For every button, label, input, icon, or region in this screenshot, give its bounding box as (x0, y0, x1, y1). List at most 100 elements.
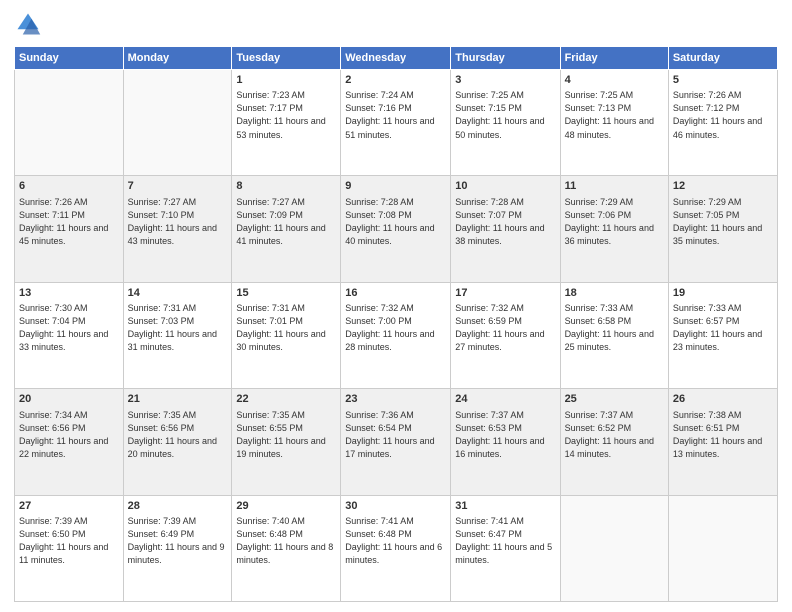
calendar-header-sunday: Sunday (15, 47, 124, 70)
day-number: 4 (565, 73, 664, 88)
calendar-cell: 6 Sunrise: 7:26 AM Sunset: 7:11 PM Daylig… (15, 176, 124, 282)
day-number: 7 (128, 179, 228, 194)
day-info: Sunrise: 7:37 AM Sunset: 6:52 PM Dayligh… (565, 409, 664, 461)
day-number: 5 (673, 73, 773, 88)
calendar-cell (15, 70, 124, 176)
day-info: Sunrise: 7:37 AM Sunset: 6:53 PM Dayligh… (455, 409, 555, 461)
calendar-cell: 4Sunrise: 7:25 AM Sunset: 7:13 PM Daylig… (560, 70, 668, 176)
calendar-cell: 26 Sunrise: 7:38 AM Sunset: 6:51 PM Dayli… (668, 389, 777, 495)
calendar-header-wednesday: Wednesday (341, 47, 451, 70)
day-number: 23 (345, 392, 446, 407)
day-info: Sunrise: 7:38 AM Sunset: 6:51 PM Dayligh… (673, 409, 773, 461)
calendar-week-row: 13Sunrise: 7:30 AM Sunset: 7:04 PM Dayli… (15, 282, 778, 388)
day-info: Sunrise: 7:28 AM Sunset: 7:07 PM Dayligh… (455, 196, 555, 248)
calendar-week-row: 20 Sunrise: 7:34 AM Sunset: 6:56 PM Dayli… (15, 389, 778, 495)
logo (14, 10, 46, 38)
day-info: Sunrise: 7:29 AM Sunset: 7:06 PM Dayligh… (565, 196, 664, 248)
day-number: 10 (455, 179, 555, 194)
day-number: 2 (345, 73, 446, 88)
calendar-cell: 3Sunrise: 7:25 AM Sunset: 7:15 PM Daylig… (451, 70, 560, 176)
day-info: Sunrise: 7:39 AM Sunset: 6:50 PM Dayligh… (19, 515, 119, 567)
calendar-cell: 15Sunrise: 7:31 AM Sunset: 7:01 PM Dayli… (232, 282, 341, 388)
day-number: 26 (673, 392, 773, 407)
calendar-cell: 13Sunrise: 7:30 AM Sunset: 7:04 PM Dayli… (15, 282, 124, 388)
day-info: Sunrise: 7:36 AM Sunset: 6:54 PM Dayligh… (345, 409, 446, 461)
calendar-cell: 5Sunrise: 7:26 AM Sunset: 7:12 PM Daylig… (668, 70, 777, 176)
calendar-cell: 23 Sunrise: 7:36 AM Sunset: 6:54 PM Dayli… (341, 389, 451, 495)
day-info: Sunrise: 7:34 AM Sunset: 6:56 PM Dayligh… (19, 409, 119, 461)
day-number: 27 (19, 499, 119, 514)
calendar-week-row: 6 Sunrise: 7:26 AM Sunset: 7:11 PM Daylig… (15, 176, 778, 282)
day-info: Sunrise: 7:39 AM Sunset: 6:49 PM Dayligh… (128, 515, 228, 567)
day-info: Sunrise: 7:23 AM Sunset: 7:17 PM Dayligh… (236, 89, 336, 141)
calendar-cell: 20 Sunrise: 7:34 AM Sunset: 6:56 PM Dayli… (15, 389, 124, 495)
calendar-cell: 17Sunrise: 7:32 AM Sunset: 6:59 PM Dayli… (451, 282, 560, 388)
calendar-cell: 31Sunrise: 7:41 AM Sunset: 6:47 PM Dayli… (451, 495, 560, 601)
logo-icon (14, 10, 42, 38)
day-info: Sunrise: 7:26 AM Sunset: 7:11 PM Dayligh… (19, 196, 119, 248)
calendar-cell: 11 Sunrise: 7:29 AM Sunset: 7:06 PM Dayli… (560, 176, 668, 282)
calendar-table: SundayMondayTuesdayWednesdayThursdayFrid… (14, 46, 778, 602)
day-number: 24 (455, 392, 555, 407)
calendar-week-row: 1Sunrise: 7:23 AM Sunset: 7:17 PM Daylig… (15, 70, 778, 176)
day-info: Sunrise: 7:31 AM Sunset: 7:03 PM Dayligh… (128, 302, 228, 354)
calendar-cell: 18Sunrise: 7:33 AM Sunset: 6:58 PM Dayli… (560, 282, 668, 388)
calendar-cell: 9Sunrise: 7:28 AM Sunset: 7:08 PM Daylig… (341, 176, 451, 282)
calendar-cell (560, 495, 668, 601)
day-number: 11 (565, 179, 664, 194)
calendar-cell: 7 Sunrise: 7:27 AM Sunset: 7:10 PM Daylig… (123, 176, 232, 282)
calendar-cell: 8Sunrise: 7:27 AM Sunset: 7:09 PM Daylig… (232, 176, 341, 282)
day-info: Sunrise: 7:33 AM Sunset: 6:58 PM Dayligh… (565, 302, 664, 354)
day-number: 6 (19, 179, 119, 194)
day-number: 20 (19, 392, 119, 407)
calendar-header-thursday: Thursday (451, 47, 560, 70)
day-info: Sunrise: 7:27 AM Sunset: 7:09 PM Dayligh… (236, 196, 336, 248)
calendar-cell: 12Sunrise: 7:29 AM Sunset: 7:05 PM Dayli… (668, 176, 777, 282)
calendar-header-saturday: Saturday (668, 47, 777, 70)
day-number: 15 (236, 286, 336, 301)
calendar-cell: 14Sunrise: 7:31 AM Sunset: 7:03 PM Dayli… (123, 282, 232, 388)
day-number: 13 (19, 286, 119, 301)
day-number: 30 (345, 499, 446, 514)
day-info: Sunrise: 7:25 AM Sunset: 7:15 PM Dayligh… (455, 89, 555, 141)
calendar-cell: 27Sunrise: 7:39 AM Sunset: 6:50 PM Dayli… (15, 495, 124, 601)
calendar-cell: 28Sunrise: 7:39 AM Sunset: 6:49 PM Dayli… (123, 495, 232, 601)
calendar-cell (668, 495, 777, 601)
day-number: 21 (128, 392, 228, 407)
day-info: Sunrise: 7:32 AM Sunset: 6:59 PM Dayligh… (455, 302, 555, 354)
calendar-cell: 29Sunrise: 7:40 AM Sunset: 6:48 PM Dayli… (232, 495, 341, 601)
calendar-cell: 21 Sunrise: 7:35 AM Sunset: 6:56 PM Dayli… (123, 389, 232, 495)
day-number: 22 (236, 392, 336, 407)
calendar-cell: 2Sunrise: 7:24 AM Sunset: 7:16 PM Daylig… (341, 70, 451, 176)
day-number: 31 (455, 499, 555, 514)
day-number: 14 (128, 286, 228, 301)
calendar-cell: 16Sunrise: 7:32 AM Sunset: 7:00 PM Dayli… (341, 282, 451, 388)
day-info: Sunrise: 7:41 AM Sunset: 6:47 PM Dayligh… (455, 515, 555, 567)
calendar-cell: 30Sunrise: 7:41 AM Sunset: 6:48 PM Dayli… (341, 495, 451, 601)
day-number: 18 (565, 286, 664, 301)
day-info: Sunrise: 7:32 AM Sunset: 7:00 PM Dayligh… (345, 302, 446, 354)
calendar-cell: 22 Sunrise: 7:35 AM Sunset: 6:55 PM Dayli… (232, 389, 341, 495)
calendar-header-monday: Monday (123, 47, 232, 70)
day-number: 16 (345, 286, 446, 301)
calendar-header-tuesday: Tuesday (232, 47, 341, 70)
calendar-cell: 19Sunrise: 7:33 AM Sunset: 6:57 PM Dayli… (668, 282, 777, 388)
day-number: 12 (673, 179, 773, 194)
day-number: 29 (236, 499, 336, 514)
day-info: Sunrise: 7:40 AM Sunset: 6:48 PM Dayligh… (236, 515, 336, 567)
day-info: Sunrise: 7:28 AM Sunset: 7:08 PM Dayligh… (345, 196, 446, 248)
day-info: Sunrise: 7:35 AM Sunset: 6:56 PM Dayligh… (128, 409, 228, 461)
calendar-cell: 10 Sunrise: 7:28 AM Sunset: 7:07 PM Dayli… (451, 176, 560, 282)
day-number: 19 (673, 286, 773, 301)
calendar-cell (123, 70, 232, 176)
calendar-header-row: SundayMondayTuesdayWednesdayThursdayFrid… (15, 47, 778, 70)
day-info: Sunrise: 7:35 AM Sunset: 6:55 PM Dayligh… (236, 409, 336, 461)
day-info: Sunrise: 7:27 AM Sunset: 7:10 PM Dayligh… (128, 196, 228, 248)
calendar-week-row: 27Sunrise: 7:39 AM Sunset: 6:50 PM Dayli… (15, 495, 778, 601)
day-number: 17 (455, 286, 555, 301)
day-info: Sunrise: 7:33 AM Sunset: 6:57 PM Dayligh… (673, 302, 773, 354)
day-info: Sunrise: 7:26 AM Sunset: 7:12 PM Dayligh… (673, 89, 773, 141)
calendar-cell: 24 Sunrise: 7:37 AM Sunset: 6:53 PM Dayli… (451, 389, 560, 495)
day-number: 25 (565, 392, 664, 407)
day-number: 3 (455, 73, 555, 88)
